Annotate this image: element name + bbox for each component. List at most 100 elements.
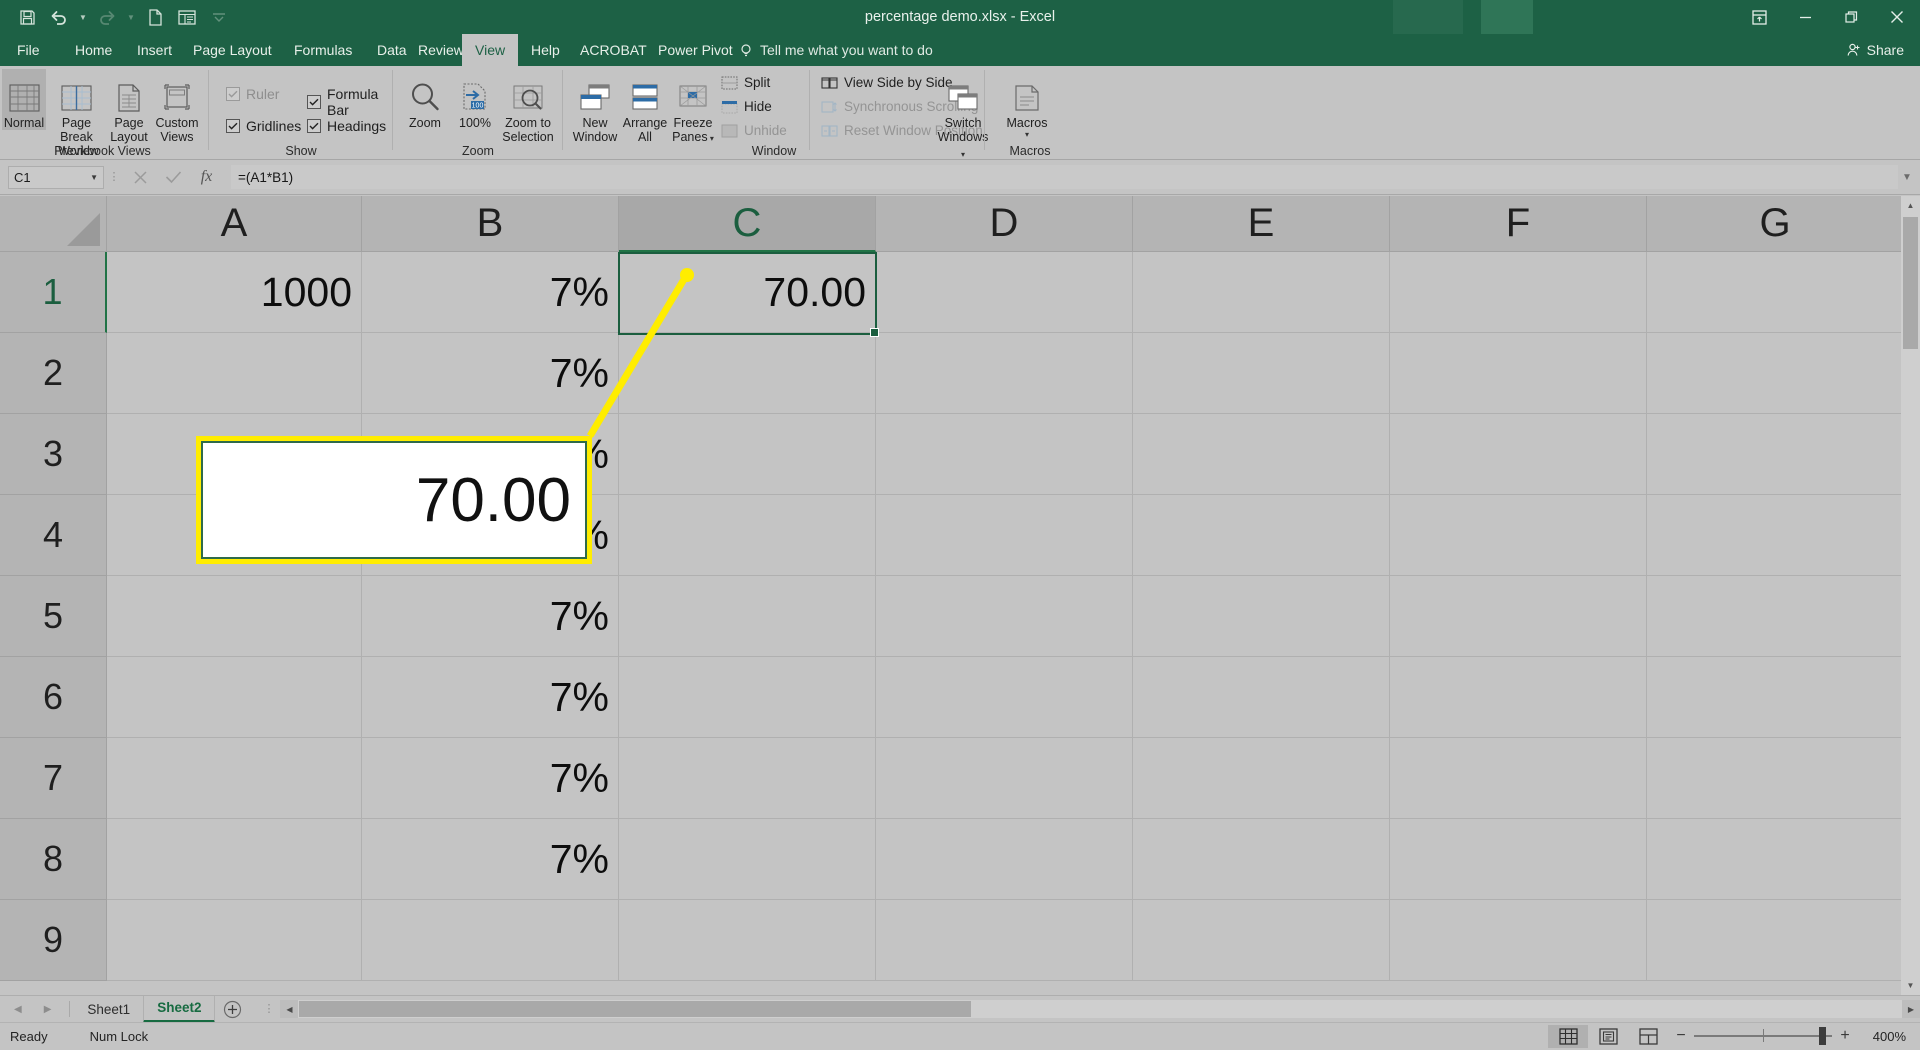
cell-d4[interactable] (876, 495, 1133, 576)
row-header-4[interactable]: 4 (0, 495, 107, 576)
cell-g1[interactable] (1647, 252, 1904, 333)
cell-a6[interactable] (107, 657, 362, 738)
hide-button[interactable]: Hide (721, 99, 772, 114)
new-icon[interactable] (140, 4, 170, 30)
split-button[interactable]: Split (721, 75, 770, 90)
minimize-button[interactable] (1782, 0, 1828, 34)
column-header-a[interactable]: A (107, 196, 362, 252)
tab-split-grip[interactable]: ⋮ (263, 1005, 274, 1013)
cell-g4[interactable] (1647, 495, 1904, 576)
cell-e1[interactable] (1133, 252, 1390, 333)
customize-qat-icon[interactable] (204, 4, 234, 30)
cell-a7[interactable] (107, 738, 362, 819)
next-sheet-icon[interactable]: ▶ (44, 1004, 52, 1015)
cell-e4[interactable] (1133, 495, 1390, 576)
headings-checkbox-item[interactable]: Headings (307, 118, 386, 134)
insert-function-icon[interactable]: fx (190, 164, 223, 190)
cell-b9[interactable] (362, 900, 619, 981)
cell-d2[interactable] (876, 333, 1133, 414)
row-header-6[interactable]: 6 (0, 657, 107, 738)
cell-g3[interactable] (1647, 414, 1904, 495)
row-header-5[interactable]: 5 (0, 576, 107, 657)
sheet-tab-sheet1[interactable]: Sheet1 (74, 996, 143, 1023)
zoom-in-button[interactable]: + (1832, 1027, 1858, 1045)
cell-c1[interactable]: 70.00 (619, 252, 876, 333)
scroll-left-icon[interactable]: ◀ (280, 1000, 298, 1018)
cell-e3[interactable] (1133, 414, 1390, 495)
share-button[interactable]: Share (1847, 34, 1904, 66)
cell-f9[interactable] (1390, 900, 1647, 981)
cell-e8[interactable] (1133, 819, 1390, 900)
save-icon[interactable] (12, 4, 42, 30)
zoom-button[interactable]: Zoom (399, 69, 451, 130)
column-header-e[interactable]: E (1133, 196, 1390, 252)
cell-d1[interactable] (876, 252, 1133, 333)
macros-button[interactable]: Macros ▾ (997, 69, 1057, 139)
normal-view-button[interactable]: Normal (2, 69, 46, 130)
cell-e5[interactable] (1133, 576, 1390, 657)
cell-g9[interactable] (1647, 900, 1904, 981)
column-header-g[interactable]: G (1647, 196, 1904, 252)
page-break-view-status-icon[interactable] (1628, 1025, 1668, 1048)
select-all-corner[interactable] (0, 196, 107, 252)
cell-d7[interactable] (876, 738, 1133, 819)
touch-mode-icon[interactable] (172, 4, 202, 30)
cell-f8[interactable] (1390, 819, 1647, 900)
cell-c2[interactable] (619, 333, 876, 414)
zoom-100-button[interactable]: 100 100% (451, 69, 499, 130)
ribbon-tab-view[interactable]: View (462, 34, 518, 66)
scroll-up-icon[interactable]: ▲ (1901, 196, 1920, 215)
gridlines-checkbox[interactable] (226, 119, 240, 133)
row-header-1[interactable]: 1 (0, 252, 107, 333)
cell-c5[interactable] (619, 576, 876, 657)
cell-f2[interactable] (1390, 333, 1647, 414)
page-layout-button[interactable]: PageLayout (107, 69, 151, 144)
cell-a9[interactable] (107, 900, 362, 981)
cell-f4[interactable] (1390, 495, 1647, 576)
column-header-c[interactable]: C (619, 196, 876, 252)
formula-input[interactable]: =(A1*B1) (231, 165, 1898, 189)
cell-e7[interactable] (1133, 738, 1390, 819)
cell-e2[interactable] (1133, 333, 1390, 414)
cell-c4[interactable] (619, 495, 876, 576)
gridlines-checkbox-item[interactable]: Gridlines (226, 118, 301, 134)
row-header-9[interactable]: 9 (0, 900, 107, 981)
arrange-all-button[interactable]: ArrangeAll (621, 69, 669, 144)
cell-g5[interactable] (1647, 576, 1904, 657)
scroll-right-icon[interactable]: ▶ (1902, 1000, 1920, 1018)
enter-formula-icon[interactable] (157, 164, 190, 190)
cell-a8[interactable] (107, 819, 362, 900)
undo-dropdown-icon[interactable]: ▼ (76, 4, 90, 30)
view-side-by-side-button[interactable]: View Side by Side (821, 75, 953, 90)
headings-checkbox[interactable] (307, 119, 321, 133)
cell-a5[interactable] (107, 576, 362, 657)
cell-d8[interactable] (876, 819, 1133, 900)
sheet-tab-sheet2[interactable]: Sheet2 (143, 996, 215, 1023)
cell-c8[interactable] (619, 819, 876, 900)
column-header-b[interactable]: B (362, 196, 619, 252)
cell-b5[interactable]: 7% (362, 576, 619, 657)
cell-c9[interactable] (619, 900, 876, 981)
cell-b2[interactable]: 7% (362, 333, 619, 414)
cell-a1[interactable]: 1000 (107, 252, 362, 333)
column-header-d[interactable]: D (876, 196, 1133, 252)
undo-icon[interactable] (44, 4, 74, 30)
cell-b8[interactable]: 7% (362, 819, 619, 900)
formula-bar-checkbox-item[interactable]: Formula Bar (307, 86, 393, 118)
cell-f7[interactable] (1390, 738, 1647, 819)
ribbon-tab-help[interactable]: Help (518, 34, 573, 66)
zoom-slider-thumb[interactable] (1819, 1027, 1826, 1045)
macros-caret-icon[interactable]: ▾ (1025, 130, 1029, 139)
cell-g2[interactable] (1647, 333, 1904, 414)
row-header-7[interactable]: 7 (0, 738, 107, 819)
cell-f5[interactable] (1390, 576, 1647, 657)
cell-f3[interactable] (1390, 414, 1647, 495)
name-box-dropdown-icon[interactable]: ▼ (90, 173, 98, 182)
column-header-f[interactable]: F (1390, 196, 1647, 252)
row-header-2[interactable]: 2 (0, 333, 107, 414)
new-window-button[interactable]: NewWindow (569, 69, 621, 144)
zoom-slider[interactable] (1694, 1026, 1832, 1046)
horizontal-scrollbar[interactable]: ◀ ▶ (280, 1000, 1920, 1018)
freeze-panes-caret-icon[interactable]: ▾ (708, 134, 714, 143)
spreadsheet-grid[interactable]: A B C D E F G 1 2 3 4 5 6 7 8 9 1000 7% … (0, 196, 1920, 995)
